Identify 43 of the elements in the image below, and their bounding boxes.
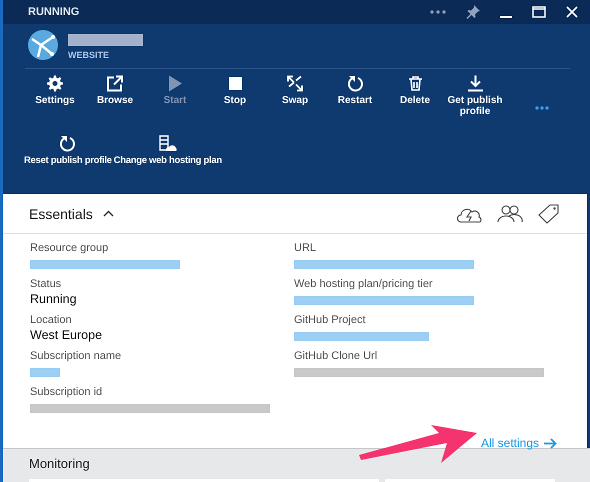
field-label: Location: [30, 314, 73, 326]
command-button[interactable]: Reset publish profile: [23, 135, 113, 181]
refresh-icon: [59, 135, 76, 152]
command-button[interactable]: Swap: [265, 75, 325, 121]
download-icon: [468, 75, 482, 92]
pin-icon[interactable]: [466, 5, 480, 19]
refresh-icon: [346, 75, 364, 92]
gear-icon: [47, 75, 63, 92]
maximize-icon[interactable]: [532, 6, 546, 18]
chevron-icon: [102, 210, 114, 217]
field-value: West Europe: [30, 328, 104, 342]
swap-icon: [287, 75, 303, 92]
field-label: GitHub Clone Url: [294, 350, 378, 362]
field-label: Resource group: [30, 242, 110, 254]
field-label: Subscription id: [30, 386, 104, 398]
close-icon[interactable]: [566, 6, 578, 18]
field-value: Running: [30, 292, 78, 306]
command-button[interactable]: Browse: [85, 75, 145, 121]
command-button[interactable]: Change web hosting plan: [112, 135, 223, 181]
more-icon[interactable]: [535, 106, 549, 110]
command-button[interactable]: Delete: [385, 75, 445, 121]
play-icon: [168, 75, 182, 92]
field-label: URL: [294, 242, 318, 254]
command-button[interactable]: Stop: [205, 75, 265, 121]
tag-icon[interactable]: [537, 204, 559, 224]
command-button[interactable]: Get publish profile: [445, 75, 505, 121]
command-button[interactable]: Restart: [325, 75, 385, 121]
section-title: Monitoring: [29, 456, 90, 471]
blade-title: RUNNING: [28, 6, 80, 18]
field-label: Status: [30, 278, 62, 290]
users-icon[interactable]: [497, 204, 523, 222]
server-cloud-icon: [158, 135, 177, 152]
more-icon[interactable]: [430, 10, 446, 14]
stop-icon: [228, 75, 242, 92]
resource-type: WEBSITE: [68, 50, 110, 60]
field-label: Web hosting plan/pricing tier: [294, 278, 434, 290]
trash-icon: [408, 75, 422, 92]
essentials-toggle[interactable]: Essentials: [29, 206, 114, 222]
arrow-right-icon: [544, 438, 557, 448]
field-label: GitHub Project: [294, 314, 367, 326]
field-label: Subscription name: [30, 350, 122, 362]
external-link-icon: [107, 75, 123, 92]
command-button[interactable]: Settings: [25, 75, 85, 121]
